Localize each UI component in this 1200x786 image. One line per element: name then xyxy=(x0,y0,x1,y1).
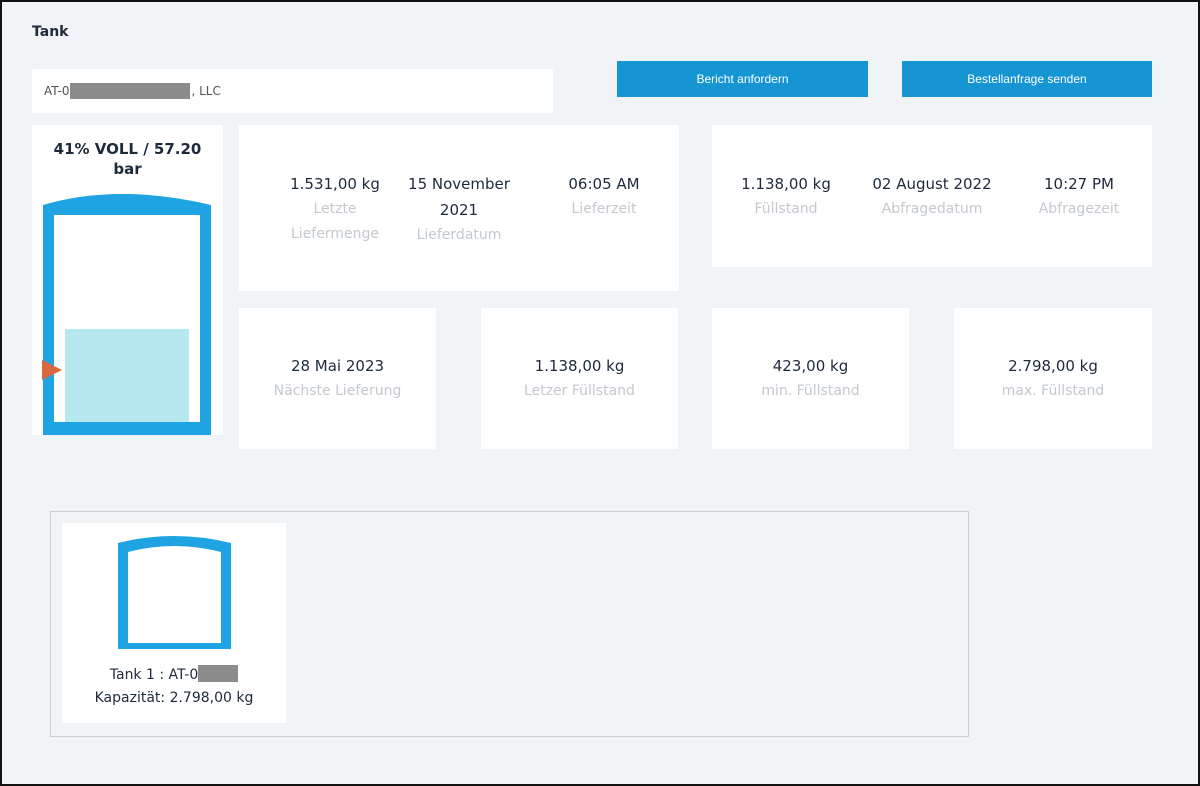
next-delivery-tile: 28 Mai 2023 Nächste Lieferung xyxy=(239,308,436,449)
tank-capacity: Kapazität: 2.798,00 kg xyxy=(94,690,254,706)
tank-fill-level xyxy=(65,329,189,422)
tank-selector[interactable]: AT-0 , LLC xyxy=(32,69,553,113)
next-delivery-label: Nächste Lieferung xyxy=(273,383,402,399)
delivery-date-value-2: 2021 xyxy=(439,201,479,219)
min-level-label: min. Füllstand xyxy=(761,383,860,399)
tank-gauge-graphic xyxy=(42,194,211,435)
page-title: Tank xyxy=(32,24,69,40)
company-suffix: , LLC xyxy=(191,84,221,98)
last-query-card: 1.138,00 kg Füllstand 02 August 2022 Abf… xyxy=(712,125,1152,267)
redacted-block xyxy=(198,665,239,682)
query-fill-level-label: Füllstand xyxy=(754,201,818,217)
query-date: 02 August 2022 Abfragedatum xyxy=(862,171,1002,222)
delivery-date-value-1: 15 November xyxy=(408,175,510,193)
last-level-tile: 1.138,00 kg Letzer Füllstand xyxy=(481,308,678,449)
min-level-tile: 423,00 kg min. Füllstand xyxy=(712,308,909,449)
query-time-value: 10:27 PM xyxy=(1044,175,1114,193)
query-time: 10:27 PM Abfragezeit xyxy=(1014,171,1144,222)
max-level-value: 2.798,00 kg xyxy=(1008,357,1098,375)
next-delivery-value: 28 Mai 2023 xyxy=(290,357,385,375)
tank-id-prefix: AT-0 xyxy=(44,84,70,98)
last-delivery-amount-label-2: Liefermenge xyxy=(291,226,379,242)
tank-icon xyxy=(118,536,231,649)
delivery-time-value: 06:05 AM xyxy=(568,175,640,193)
fill-status-label: 41% VOLL / 57.20 bar xyxy=(32,139,223,179)
tank-name: Tank 1 : AT-0 xyxy=(62,665,286,683)
tank-page: Tank AT-0 , LLC Bericht anfordern Bestel… xyxy=(0,0,1200,786)
max-level-tile: 2.798,00 kg max. Füllstand xyxy=(954,308,1152,449)
tank-list: Tank 1 : AT-0 Kapazität: 2.798,00 kg xyxy=(50,511,969,737)
last-delivery-amount-value: 1.531,00 kg xyxy=(290,175,380,193)
query-time-label: Abfragezeit xyxy=(1038,201,1120,217)
last-delivery-amount-label-1: Letzte xyxy=(313,201,357,217)
query-date-value: 02 August 2022 xyxy=(872,175,992,193)
tank-level-gauge-card: 41% VOLL / 57.20 bar xyxy=(32,125,223,435)
redacted-block xyxy=(70,83,191,99)
query-fill-level-value: 1.138,00 kg xyxy=(741,175,831,193)
delivery-date-label: Lieferdatum xyxy=(416,227,502,243)
delivery-time-label: Lieferzeit xyxy=(571,201,637,217)
tank-icon-interior xyxy=(128,546,221,643)
last-level-label: Letzer Füllstand xyxy=(524,383,635,399)
delivery-time: 06:05 AM Lieferzeit xyxy=(539,171,669,222)
fill-status-line-1: 41% VOLL / 57.20 xyxy=(53,140,202,158)
last-level-value: 1.138,00 kg xyxy=(534,357,625,375)
tank-name-text: Tank 1 : AT-0 xyxy=(109,667,199,683)
query-date-label: Abfragedatum xyxy=(881,201,983,217)
delivery-date: 15 November 2021 Lieferdatum xyxy=(394,171,524,248)
tank-list-item[interactable]: Tank 1 : AT-0 Kapazität: 2.798,00 kg xyxy=(62,523,286,723)
min-level-value: 423,00 kg xyxy=(772,357,849,375)
send-order-request-button[interactable]: Bestellanfrage senden xyxy=(902,61,1152,97)
max-level-label: max. Füllstand xyxy=(1001,383,1105,399)
query-fill-level: 1.138,00 kg Füllstand xyxy=(721,171,851,222)
request-report-button[interactable]: Bericht anfordern xyxy=(617,61,868,97)
last-delivery-amount: 1.531,00 kg Letzte Liefermenge xyxy=(270,171,400,247)
last-delivery-card: 1.531,00 kg Letzte Liefermenge 15 Novemb… xyxy=(239,125,679,291)
fill-status-line-2: bar xyxy=(113,160,142,178)
